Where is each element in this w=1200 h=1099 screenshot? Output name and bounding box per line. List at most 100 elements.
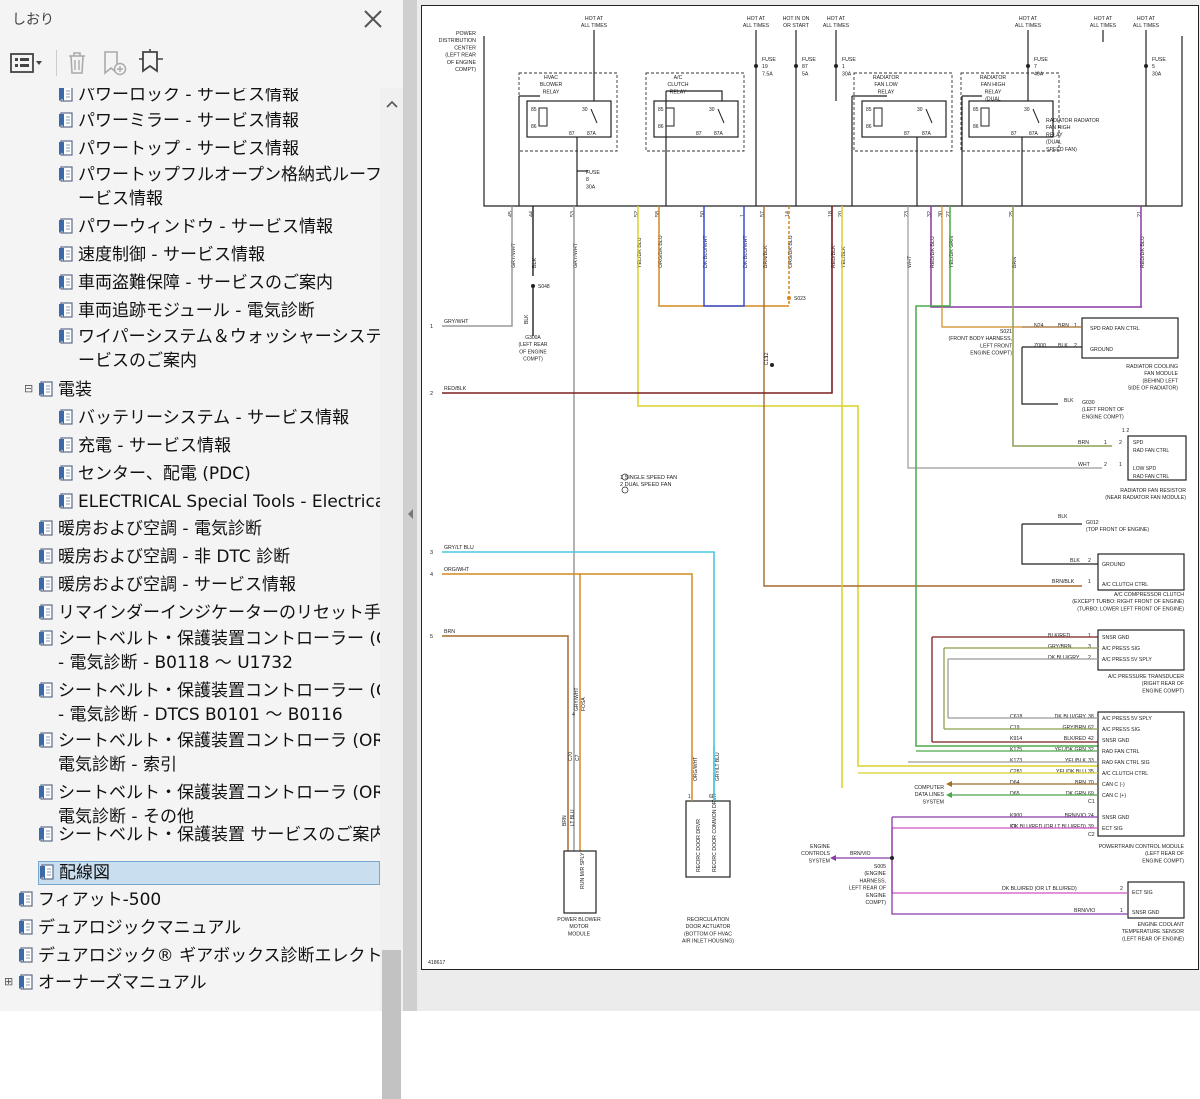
relay-label: RADIATOR [980,75,1007,81]
diagram-label: 6 [709,794,712,800]
panel-splitter[interactable] [403,0,417,1011]
diagram-label: 1 [1119,462,1122,468]
diagram-label: RAD FAN CTRL [1133,448,1169,454]
document-id: 418617 [428,960,445,966]
component-name: MODULE [568,931,591,937]
diagram-label: 1 2 [1122,428,1129,434]
bookmark-label: シートベルト・保護装置コントローラ (ORC) - [58,783,380,803]
hot-label: HOT AT [1137,16,1156,22]
diagram-label: 32 [1088,747,1094,753]
bookmark-label: 車両盗難保障 - サービスのご案内 [78,273,333,293]
wire-label: ORG/WHT [444,567,470,573]
expand-toggle-icon[interactable]: ⊞ [4,975,13,988]
diagram-label: 1 [1120,908,1123,914]
component-name: DOOR ACTUATOR [686,924,731,930]
pdc-label: DISTRIBUTION [439,38,477,44]
fuse-label: FUSE [1034,57,1048,63]
diagram-label: 39 [1088,824,1094,830]
component-name: AIR INLET HOUSING) [682,939,734,945]
diagram-label: DK GRN [1066,791,1086,797]
diagram-label: A/C PRESS 5V SPLY [1102,716,1152,722]
scroll-thumb[interactable] [382,950,401,1099]
pin-number: 44 [529,211,535,217]
fuse-icon [794,64,798,68]
bookmark-icon [38,682,54,699]
component-name: TEMPERATURE SENSOR [1122,929,1184,935]
pin-number: 45 [508,211,514,217]
wiring-diagram: HOT ATALL TIMESHOT ATALL TIMESHOT IN ONO… [428,16,1187,966]
diagram-label: A/C CLUTCH CTRL [1102,582,1148,588]
options-menu-icon[interactable] [8,49,46,77]
bookmark-tree: パワーロック - サービス情報 パワーミラー - サービス情報 パワートップ - サ… [0,88,380,1011]
scroll-up-icon[interactable] [386,100,398,108]
bookmark-label: デュアロジック® ギアボックス診断エレクトロニクス [38,946,380,966]
wire [442,635,569,851]
bookmark-icon [38,548,54,565]
component-name: (RIGHT REAR OF [1142,681,1184,687]
component-name: MOTOR [569,924,588,930]
component-name: A/C COMPRESSOR CLUTCH [1114,592,1184,598]
diagram-label: 30 [1024,107,1030,113]
bookmark-label: 速度制御 - サービス情報 [78,245,265,265]
splice-label: LEFT REAR OF [849,886,886,892]
component-name: ENGINE COMPT) [1142,858,1184,864]
collapse-left-icon[interactable] [406,508,414,520]
fuse-label: FUSE [762,57,776,63]
diagram-label: 86 [658,124,664,130]
fuse-label: 30A [1152,71,1162,77]
collapse-toggle-icon[interactable]: ⊟ [24,382,33,395]
wire [637,206,1102,767]
splice-label: HARNESS, [859,878,886,884]
relay-label: RELAY [543,89,560,95]
diagram-label: 24 [1088,813,1094,819]
system-label: CONTROLS [801,851,830,857]
relay-label: RELAY [670,89,687,95]
bookmark-label: センター、配電 (PDC) [78,464,251,484]
document-view[interactable]: HOT AT ALL TIMES HOT AT ALL TIMES HOT IN ON O… [417,0,1200,1011]
diagram-label: 86 [973,124,979,130]
component-name: ENGINE COOLANT [1138,922,1185,928]
fuse-label: 1 [842,64,845,70]
input-number: 4 [430,572,433,578]
relay-label: RADIATOR [873,75,900,81]
diagram-label: 85 [658,107,664,113]
bookmarks-panel: しおり パワーロック - サービス情報 パワーミラー - サービス情報 パワート… [0,0,404,1099]
recirc-box [685,800,731,878]
hot-label: ALL TIMES [1090,23,1117,29]
close-icon[interactable] [362,8,384,30]
bookmark-label: シートベルト・保護装置コントローラー (ORC) [58,629,380,649]
fuse-label: 5 [1152,64,1155,70]
diagram-label: BLK [1064,398,1074,404]
diagram-label: BRN [1058,323,1069,329]
tree-scrollbar[interactable] [380,88,403,1099]
diagram-label: 2 [1104,462,1107,468]
fuse-label: 19 [762,64,768,70]
bookmark-item[interactable]: 配線図 [38,861,380,885]
input-number: 1 [430,324,433,330]
bookmark-label: シートベルト・保護装置コントローラ (ORC) - [58,731,380,751]
diagram-label: C618 [1010,714,1023,720]
bookmark-find-icon[interactable] [136,49,166,77]
relay-label: FAN LOW [874,82,897,88]
diagram-label: RAD FAN CTRL SIG [1102,760,1150,766]
hot-label: HOT AT [585,16,604,22]
component-name: (NEAR RADIATOR FAN MODULE) [1105,495,1186,501]
diagram-label: YEL/BLK [1065,758,1087,764]
diagram-label: 1 [1104,440,1107,446]
splice-dot [770,363,774,367]
splice-dot [787,296,791,300]
diagram-label: BRN [1078,440,1089,446]
pin-number: 27 [946,211,952,217]
legend-text: 1 SINGLE SPEED FAN [620,475,677,481]
panel-title: しおり [12,12,54,28]
bookmark-label: 暖房および空調 - 非 DTC 診断 [58,547,291,567]
splice-label: COMPT) [866,900,887,906]
diagram-label: DK BLU/GRY [1048,655,1080,661]
system-label: SYSTEM [809,858,830,864]
trash-icon[interactable] [64,49,90,77]
bookmark-add-icon[interactable] [100,49,128,77]
bookmark-icon [39,864,55,881]
system-label: ENGINE [810,844,830,850]
diagram-label: C2 [1088,832,1095,838]
system-label: SYSTEM [923,799,944,805]
